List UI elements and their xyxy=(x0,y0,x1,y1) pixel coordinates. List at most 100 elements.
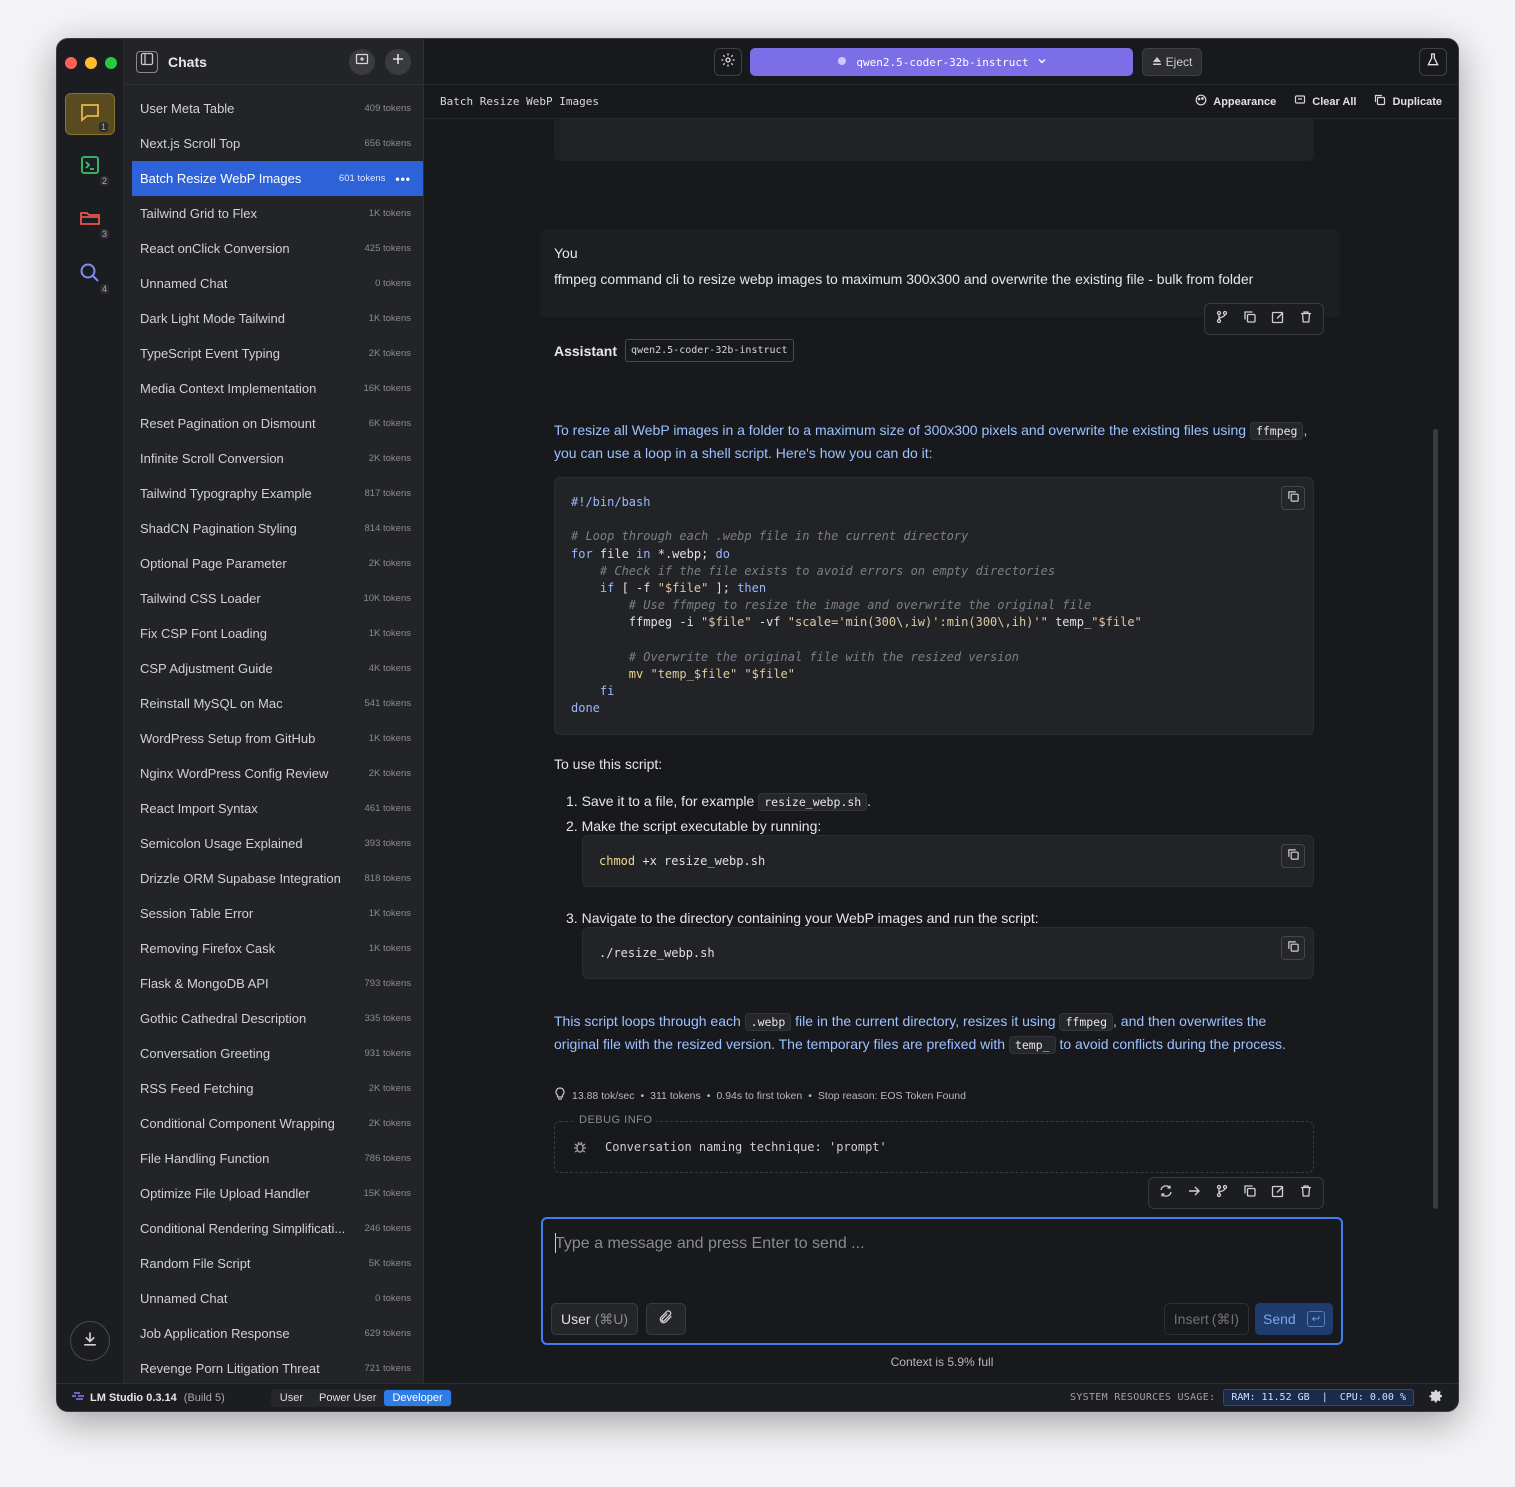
chat-list-item[interactable]: Tailwind Typography Example 817 tokens xyxy=(132,476,423,511)
chat-name: React onClick Conversion xyxy=(140,241,290,256)
chat-list-item[interactable]: Media Context Implementation 16K tokens xyxy=(132,371,423,406)
chat-list-item[interactable]: Conditional Rendering Simplificati... 246… xyxy=(132,1211,423,1246)
resources-label: SYSTEM RESOURCES USAGE: xyxy=(1070,1392,1216,1403)
chat-list-item[interactable]: React onClick Conversion 425 tokens xyxy=(132,231,423,266)
chat-list-item[interactable]: Semicolon Usage Explained 393 tokens xyxy=(132,826,423,861)
branch-button[interactable] xyxy=(1211,308,1233,330)
edit-button[interactable] xyxy=(1267,308,1289,330)
status-settings-button[interactable] xyxy=(1428,1388,1444,1407)
chat-list-item[interactable]: File Handling Function 786 tokens xyxy=(132,1141,423,1176)
new-chat-button[interactable] xyxy=(385,48,411,75)
download-button[interactable] xyxy=(70,1321,110,1361)
mode-power-user[interactable]: Power User xyxy=(311,1390,384,1406)
resources-value[interactable]: RAM: 11.52 GB | CPU: 0.00 % xyxy=(1223,1389,1414,1406)
rail-developer-button[interactable]: 2 xyxy=(65,146,115,188)
chat-list-item[interactable]: Next.js Scroll Top 656 tokens xyxy=(132,126,423,161)
rail-models-button[interactable]: 3 xyxy=(65,199,115,241)
maximize-window-button[interactable] xyxy=(105,57,117,69)
chat-list-item[interactable]: WordPress Setup from GitHub 1K tokens xyxy=(132,721,423,756)
toggle-sidebar-button[interactable] xyxy=(136,50,158,73)
rail-chat-button[interactable]: 1 xyxy=(65,93,115,135)
chat-name: Media Context Implementation xyxy=(140,381,317,396)
chat-list-item[interactable]: Random File Script 5K tokens xyxy=(132,1246,423,1281)
model-selector[interactable]: qwen2.5-coder-32b-instruct xyxy=(750,48,1133,76)
chat-list-item[interactable]: ShadCN Pagination Styling 814 tokens xyxy=(132,511,423,546)
chat-list-item[interactable]: CSP Adjustment Guide 4K tokens xyxy=(132,651,423,686)
delete-button[interactable] xyxy=(1295,1182,1317,1204)
copy-icon xyxy=(1243,310,1257,329)
appearance-button[interactable]: Appearance xyxy=(1195,94,1276,109)
chat-list-item[interactable]: Dark Light Mode Tailwind 1K tokens xyxy=(132,301,423,336)
chat-list-item[interactable]: Job Application Response 629 tokens xyxy=(132,1316,423,1351)
copy-code-button[interactable] xyxy=(1281,844,1305,868)
chat-list-item[interactable]: Conditional Component Wrapping 2K tokens xyxy=(132,1106,423,1141)
message-input[interactable]: Type a message and press Enter to send .… xyxy=(555,1235,865,1253)
chat-list-item[interactable]: Infinite Scroll Conversion 2K tokens xyxy=(132,441,423,476)
chat-list-item[interactable]: Session Table Error 1K tokens xyxy=(132,896,423,931)
chat-list-item[interactable]: Revenge Porn Litigation Threat 721 tokens xyxy=(132,1351,423,1386)
chat-list-item[interactable]: Unnamed Chat 0 tokens xyxy=(132,266,423,301)
send-button[interactable]: Send ↩ xyxy=(1255,1303,1333,1335)
rail-search-button[interactable]: 4 xyxy=(65,254,115,296)
eject-button[interactable]: Eject xyxy=(1142,48,1202,76)
copy-button[interactable] xyxy=(1239,1182,1261,1204)
duplicate-button[interactable]: Duplicate xyxy=(1374,94,1442,109)
stat-sep: • xyxy=(640,1089,645,1102)
chat-list-item[interactable]: Removing Firefox Cask 1K tokens xyxy=(132,931,423,966)
chat-list-item[interactable]: Gothic Cathedral Description 335 tokens xyxy=(132,1001,423,1036)
chmod-code: chmod +x resize_webp.sh xyxy=(599,853,1297,870)
chat-list-item[interactable]: Nginx WordPress Config Review 2K tokens xyxy=(132,756,423,791)
attach-button[interactable] xyxy=(646,1303,686,1335)
regenerate-button[interactable] xyxy=(1155,1182,1177,1204)
new-folder-button[interactable] xyxy=(349,48,375,75)
settings-button[interactable] xyxy=(714,48,742,76)
chat-list-item[interactable]: Fix CSP Font Loading 1K tokens xyxy=(132,616,423,651)
chat-list-item[interactable]: User Meta Table 409 tokens xyxy=(132,91,423,126)
chat-list-item[interactable]: Tailwind Grid to Flex 1K tokens xyxy=(132,196,423,231)
edit-button[interactable] xyxy=(1267,1182,1289,1204)
mode-user[interactable]: User xyxy=(272,1390,311,1406)
copy-icon xyxy=(1287,490,1300,506)
branch-icon xyxy=(1215,310,1229,329)
continue-button[interactable] xyxy=(1183,1182,1205,1204)
sidebar-header: Chats xyxy=(124,39,423,85)
clear-all-button[interactable]: Clear All xyxy=(1294,94,1356,109)
intro-text-1: To resize all WebP images in a folder to… xyxy=(554,422,1247,438)
chat-token-count: 1K tokens xyxy=(368,908,411,919)
debug-label: DEBUG INFO xyxy=(575,1114,657,1126)
chat-list-item[interactable]: Optimize File Upload Handler 15K tokens xyxy=(132,1176,423,1211)
message-composer[interactable]: Type a message and press Enter to send .… xyxy=(541,1217,1343,1345)
chat-list-item[interactable]: Conversation Greeting 931 tokens xyxy=(132,1036,423,1071)
paperclip-icon xyxy=(658,1309,674,1330)
branch-button[interactable] xyxy=(1211,1182,1233,1204)
copy-code-button[interactable] xyxy=(1281,936,1305,960)
mode-developer[interactable]: Developer xyxy=(384,1389,451,1406)
more-options-icon[interactable]: ••• xyxy=(395,172,411,186)
chat-list-item[interactable]: Flask & MongoDB API 793 tokens xyxy=(132,966,423,1001)
experiment-button[interactable] xyxy=(1419,48,1447,76)
chat-list-item[interactable]: RSS Feed Fetching 2K tokens xyxy=(132,1071,423,1106)
chat-list-item[interactable]: Tailwind CSS Loader 10K tokens xyxy=(132,581,423,616)
insert-button[interactable]: Insert (⌘I) xyxy=(1163,1303,1249,1335)
conversation-scrollbar[interactable] xyxy=(1433,429,1438,1209)
chat-list-item[interactable]: TypeScript Event Typing 2K tokens xyxy=(132,336,423,371)
chat-list-item[interactable]: Batch Resize WebP Images 601 tokens ••• xyxy=(132,161,423,196)
chat-list-item[interactable]: Optional Page Parameter 2K tokens xyxy=(132,546,423,581)
chat-name: Tailwind Typography Example xyxy=(140,486,312,501)
chat-token-count: 1K tokens xyxy=(368,208,411,219)
app-version: LM Studio 0.3.14 xyxy=(90,1391,177,1404)
chat-list-item[interactable]: Unnamed Chat 0 tokens xyxy=(132,1281,423,1316)
chat-list-item[interactable]: Reset Pagination on Dismount 6K tokens xyxy=(132,406,423,441)
copy-code-button[interactable] xyxy=(1281,486,1305,510)
delete-button[interactable] xyxy=(1295,308,1317,330)
assistant-message-toolbar xyxy=(1148,1177,1324,1209)
chat-name: Job Application Response xyxy=(140,1326,290,1341)
minimize-window-button[interactable] xyxy=(85,57,97,69)
chat-list-item[interactable]: Reinstall MySQL on Mac 541 tokens xyxy=(132,686,423,721)
role-selector-button[interactable]: User (⌘U) xyxy=(551,1303,638,1335)
chat-list-item[interactable]: React Import Syntax 461 tokens xyxy=(132,791,423,826)
close-window-button[interactable] xyxy=(65,57,77,69)
copy-button[interactable] xyxy=(1239,308,1261,330)
chat-list-item[interactable]: Drizzle ORM Supabase Integration 818 toke… xyxy=(132,861,423,896)
chat-name: Fix CSP Font Loading xyxy=(140,626,267,641)
